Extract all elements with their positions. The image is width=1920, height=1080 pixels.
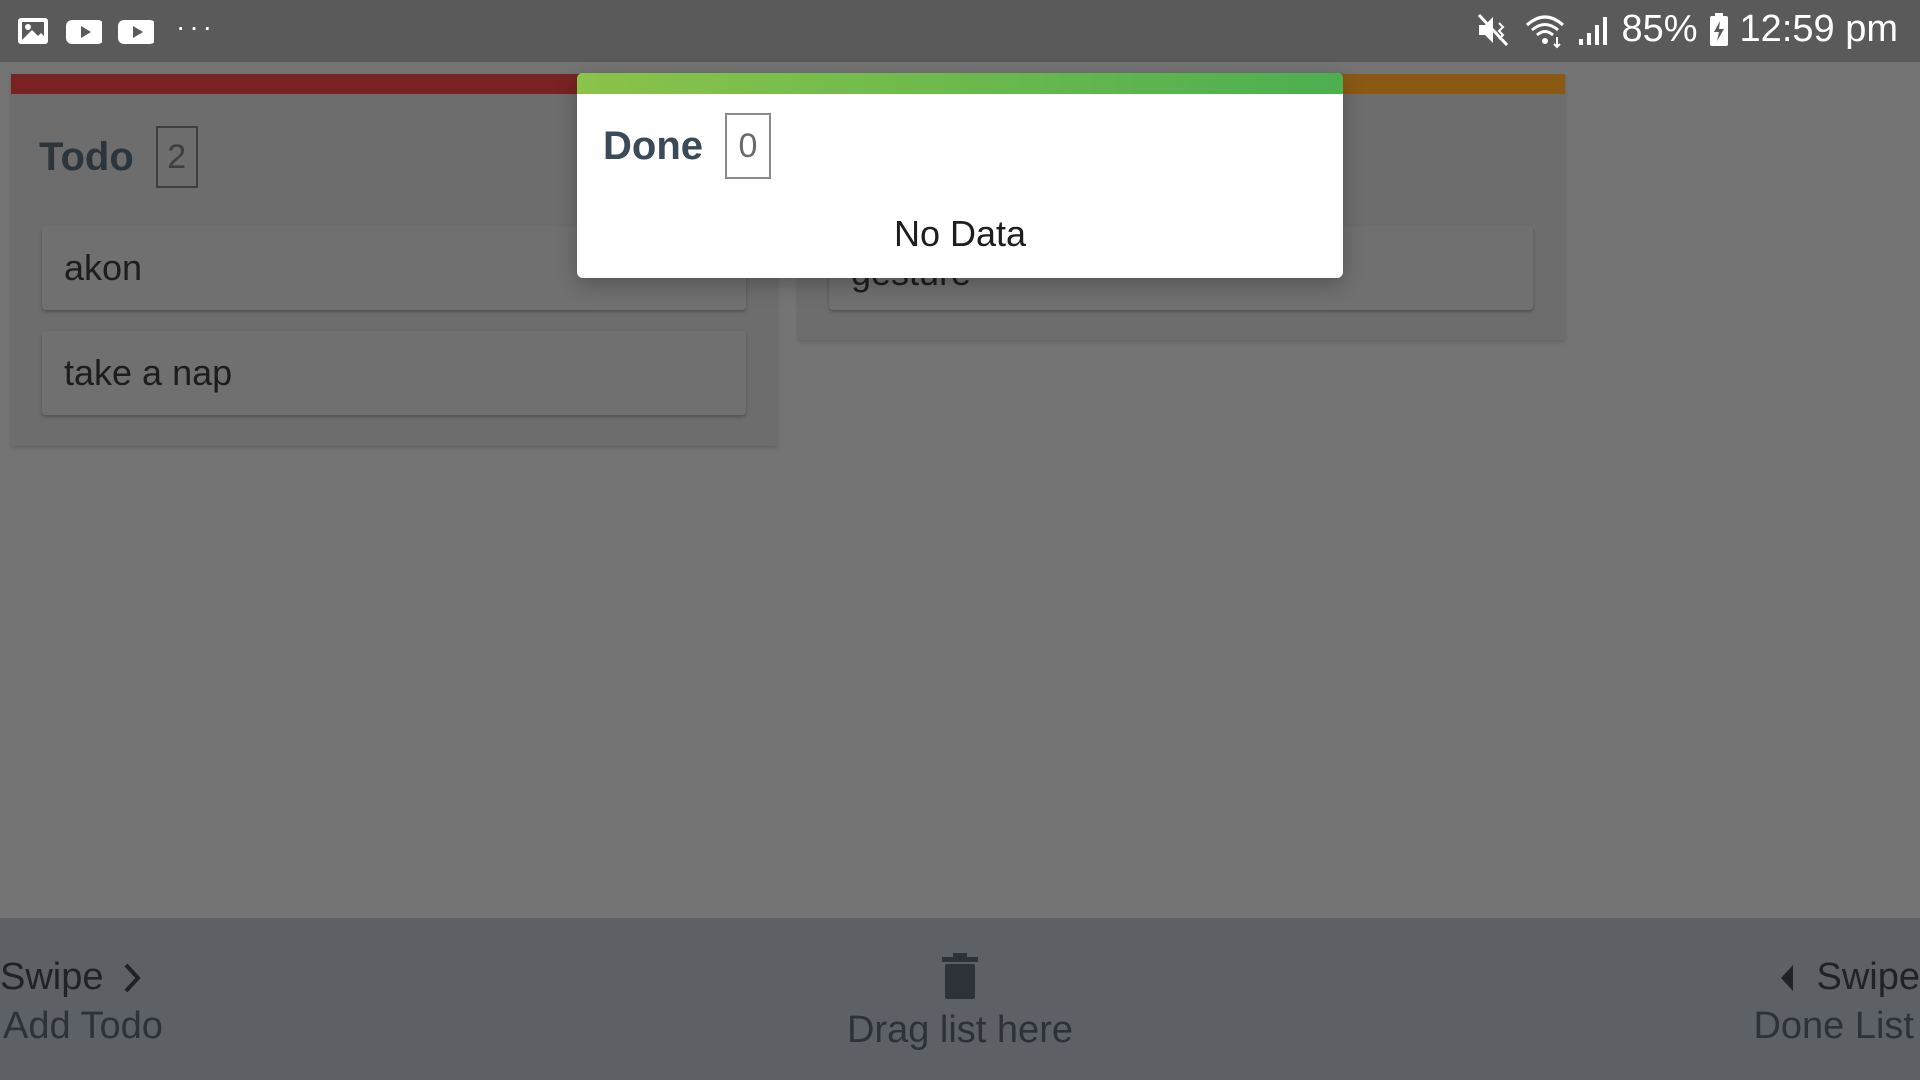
drag-list-label: Drag list here (847, 1009, 1073, 1051)
done-header: Done 0 (603, 113, 771, 179)
chevron-left-icon (1780, 964, 1793, 991)
more-notifications-icon: ··· (176, 11, 216, 42)
clock: 12:59 pm (1739, 8, 1898, 50)
youtube-icon (118, 20, 154, 44)
swipe-label: Swipe (1816, 956, 1920, 998)
column-count-badge: 2 (155, 126, 198, 188)
bottom-bar: Swipe Add Todo Drag list here Swipe Done… (0, 918, 1920, 1080)
done-title: Done (603, 123, 703, 168)
status-right: 85% 12:59 pm (1475, 8, 1898, 51)
card-label: akon (64, 247, 143, 288)
empty-state-text: No Data (893, 213, 1027, 254)
mute-icon (1478, 13, 1509, 46)
battery-icon (1709, 12, 1728, 46)
column-todo-header: Todo 2 (39, 126, 198, 188)
done-accent-bar (577, 73, 1343, 94)
todo-card[interactable]: take a nap (42, 331, 746, 415)
done-count-badge: 0 (725, 113, 771, 179)
column-title: Todo (39, 134, 134, 179)
trash-drop-zone[interactable]: Drag list here (0, 952, 1920, 1052)
status-bar: ··· 85% 12:59 pm (0, 0, 1920, 62)
signal-icon (1579, 16, 1608, 45)
done-list-popup[interactable]: Done 0 No Data (577, 73, 1343, 278)
done-list-label: Done List (1753, 1005, 1914, 1047)
swipe-done-list[interactable]: Swipe Done List (1753, 956, 1920, 1048)
card-label: take a nap (64, 352, 233, 393)
swipe-hint-right: Swipe (1753, 956, 1920, 999)
gallery-icon (18, 18, 48, 44)
battery-percent: 85% (1621, 8, 1698, 50)
status-left-icons: ··· (16, 11, 216, 48)
wifi-icon (1526, 15, 1565, 48)
trash-icon (942, 953, 978, 999)
youtube-icon (66, 20, 102, 44)
